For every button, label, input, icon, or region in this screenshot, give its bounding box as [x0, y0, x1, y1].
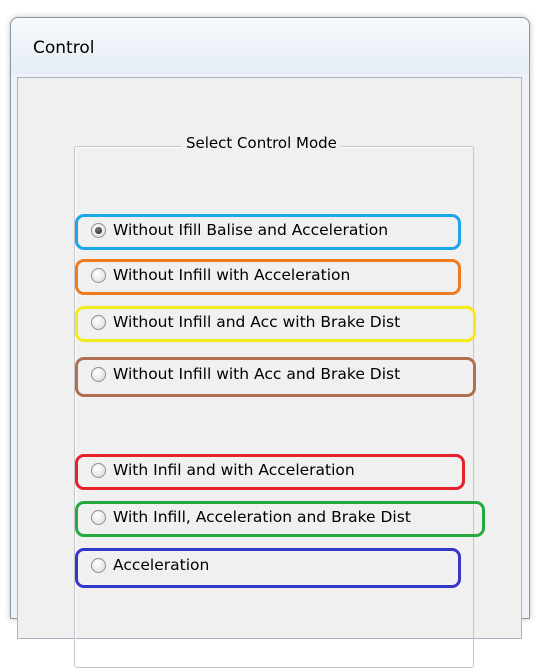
- radio-button-icon[interactable]: [91, 462, 106, 478]
- radio-button-icon[interactable]: [91, 557, 106, 573]
- groupbox-title: Select Control Mode: [182, 134, 341, 152]
- radio-option-with-infill-acceleration-and-brake-dist[interactable]: With Infill, Acceleration and Brake Dist: [78, 500, 411, 534]
- radio-label: Without Infill and Acc with Brake Dist: [113, 313, 401, 331]
- radio-option-without-infill-with-acc-and-brake-dist[interactable]: Without Infill with Acc and Brake Dist: [78, 357, 400, 391]
- radio-button-icon[interactable]: [91, 222, 106, 238]
- window-client-area: Select Control Mode Without Ifill Balise…: [17, 77, 522, 668]
- radio-option-without-infill-with-acceleration[interactable]: Without Infill with Acceleration: [78, 258, 350, 292]
- radio-button-icon[interactable]: [91, 267, 106, 283]
- radio-button-icon[interactable]: [91, 366, 106, 382]
- window-title: Control: [33, 38, 95, 58]
- radio-option-with-infil-and-with-acceleration[interactable]: With Infil and with Acceleration: [78, 453, 355, 487]
- radio-label: Without Infill with Acceleration: [113, 266, 351, 284]
- radio-option-without-ifill-balise-and-acceleration[interactable]: Without Ifill Balise and Acceleration: [78, 213, 388, 247]
- radio-label: With Infill, Acceleration and Brake Dist: [113, 508, 411, 526]
- radio-label: Acceleration: [113, 556, 210, 574]
- radio-option-acceleration[interactable]: Acceleration: [78, 548, 209, 582]
- radio-button-icon[interactable]: [91, 509, 106, 525]
- radio-label: Without Ifill Balise and Acceleration: [113, 221, 389, 239]
- control-window: Control Select Control Mode Without Ifil…: [10, 17, 530, 668]
- title-bar[interactable]: Control: [11, 18, 529, 74]
- radio-option-without-infill-and-acc-with-brake-dist[interactable]: Without Infill and Acc with Brake Dist: [78, 305, 400, 339]
- radio-label: With Infil and with Acceleration: [113, 461, 355, 479]
- radio-label: Without Infill with Acc and Brake Dist: [113, 365, 401, 383]
- radio-button-icon[interactable]: [91, 314, 106, 330]
